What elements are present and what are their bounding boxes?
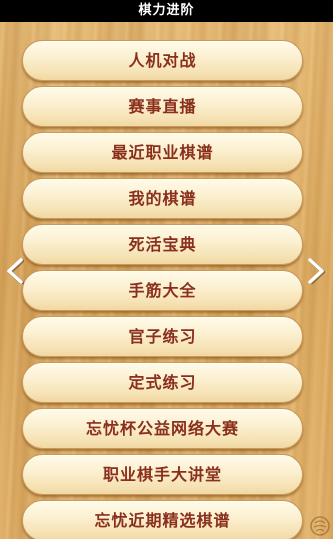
menu-button-human-vs-ai[interactable]: 人机对战 <box>22 40 303 81</box>
menu-button-selected-games[interactable]: 忘忧近期精选棋谱 <box>22 500 303 539</box>
menu-button-my-games[interactable]: 我的棋谱 <box>22 178 303 219</box>
chevron-right-icon[interactable] <box>305 258 327 284</box>
menu-button-joseki-practice[interactable]: 定式练习 <box>22 362 303 403</box>
menu-button-recent-pro-games[interactable]: 最近职业棋谱 <box>22 132 303 173</box>
menu-button-pro-lectures[interactable]: 职业棋手大讲堂 <box>22 454 303 495</box>
menu-button-endgame-practice[interactable]: 官子练习 <box>22 316 303 357</box>
menu-button-life-and-death[interactable]: 死活宝典 <box>22 224 303 265</box>
page-title: 棋力进阶 <box>0 0 333 22</box>
app-logo-icon <box>309 515 331 537</box>
wood-background: 人机对战 赛事直播 最近职业棋谱 我的棋谱 死活宝典 手筋大全 官子练习 定式练… <box>0 22 333 539</box>
menu-button-live-matches[interactable]: 赛事直播 <box>22 86 303 127</box>
chevron-left-icon[interactable] <box>4 258 26 284</box>
main-menu: 人机对战 赛事直播 最近职业棋谱 我的棋谱 死活宝典 手筋大全 官子练习 定式练… <box>22 40 303 539</box>
menu-button-wangyou-cup[interactable]: 忘忧杯公益网络大赛 <box>22 408 303 449</box>
menu-button-tesuji[interactable]: 手筋大全 <box>22 270 303 311</box>
